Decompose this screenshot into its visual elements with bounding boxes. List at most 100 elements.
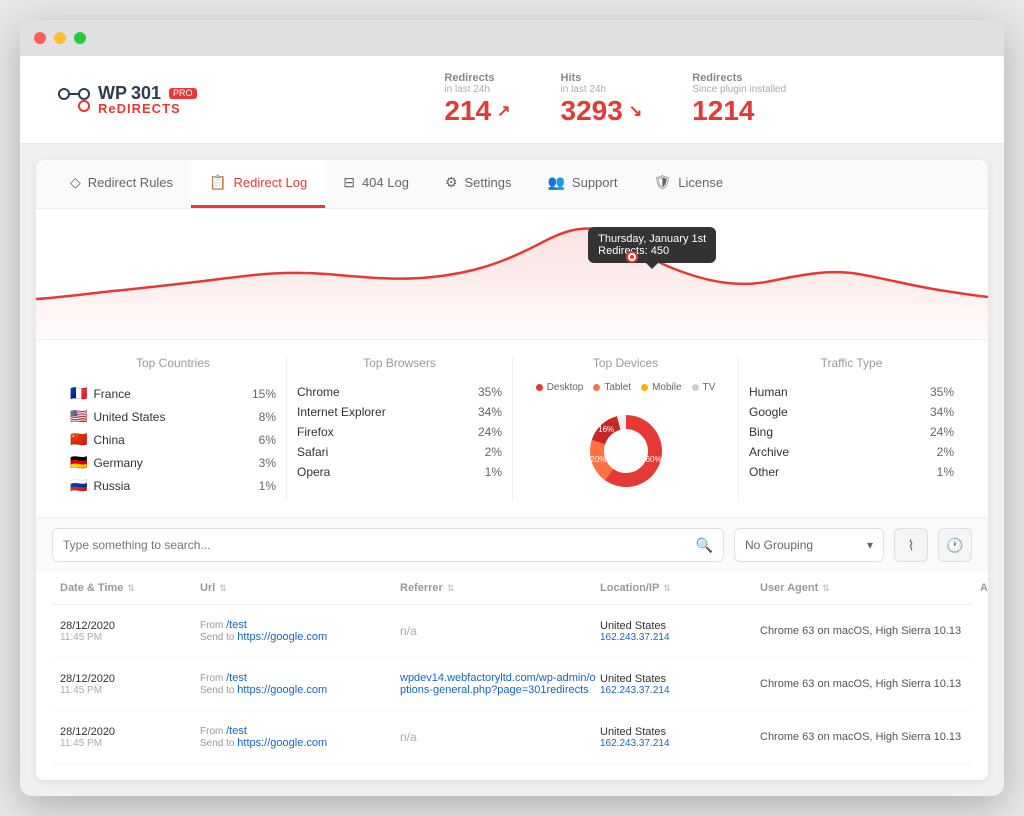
redirect-rules-icon: ◇	[70, 174, 81, 191]
location-cell: United States 162.243.37.214	[600, 620, 760, 643]
404-log-icon: ⊟	[343, 174, 355, 191]
referrer-cell[interactable]: wpdev14.webfactoryltd.com/wp-admin/optio…	[400, 672, 600, 696]
date-cell: 28/12/202011:45 PM	[60, 673, 200, 696]
chart-view-button[interactable]: ⌇	[894, 528, 928, 562]
sort-icon-location: ⇅	[663, 583, 671, 594]
table-row: 28/12/202011:45 PM From /test Send to ht…	[52, 658, 972, 711]
table-row: 28/12/202011:45 PM From /test Send to ht…	[52, 711, 972, 764]
browser-pct: 1%	[485, 465, 502, 479]
stat-sublabel-2: Since plugin installed	[692, 84, 786, 95]
top-countries-col: Top Countries 🇫🇷France15%🇺🇸United States…	[60, 356, 286, 501]
legend-label: Mobile	[652, 382, 681, 393]
browser-row: Opera1%	[297, 462, 502, 482]
search-input[interactable]	[63, 531, 688, 559]
date-cell: 28/12/202011:45 PM	[60, 620, 200, 643]
top-browsers-title: Top Browsers	[297, 356, 502, 370]
url-from[interactable]: /test	[226, 725, 247, 737]
search-icon[interactable]: 🔍	[696, 537, 713, 554]
col-actions: Actions	[980, 582, 988, 594]
top-devices-title: Top Devices	[523, 356, 728, 370]
titlebar	[20, 20, 1004, 56]
traffic-name: Archive	[749, 445, 789, 459]
url-cell: From /test Send to https://google.com	[200, 725, 400, 749]
traffic-pct: 35%	[930, 385, 954, 399]
traffic-row: Human 35%	[749, 382, 954, 402]
traffic-pct: 24%	[930, 425, 954, 439]
stat-label-0: Redirects	[444, 72, 510, 84]
sort-icon-date: ⇅	[127, 583, 135, 594]
grouping-label: No Grouping	[745, 538, 813, 552]
top-countries-title: Top Countries	[70, 356, 276, 370]
location-ip[interactable]: 162.243.37.214	[600, 632, 760, 643]
chart-tooltip: Thursday, January 1st Redirects: 450	[588, 227, 716, 263]
logo-icon	[50, 76, 98, 124]
col-referrer[interactable]: Referrer ⇅	[400, 582, 600, 594]
col-agent[interactable]: User Agent ⇅	[760, 582, 980, 594]
url-from[interactable]: /test	[226, 619, 247, 631]
country-row: 🇨🇳China6%	[70, 428, 276, 451]
traffic-type-title: Traffic Type	[749, 356, 954, 370]
referrer-cell: n/a	[400, 624, 600, 638]
url-from[interactable]: /test	[226, 672, 247, 684]
tab-404-log[interactable]: ⊟ 404 Log	[325, 160, 427, 208]
agent-cell: Chrome 63 on macOS, High Sierra 10.13	[760, 731, 980, 743]
app-window: WP 301 PRO ReDIRECTS Redirects in last 2…	[20, 20, 1004, 796]
legend-item: Desktop	[536, 382, 584, 393]
tab-license[interactable]: 🛡 License	[635, 160, 741, 208]
url-to[interactable]: https://google.com	[237, 631, 327, 643]
location-cell: United States 162.243.37.214	[600, 673, 760, 696]
donut-label-1: 20%	[590, 455, 606, 464]
traffic-name: Google	[749, 405, 788, 419]
browser-pct: 34%	[478, 405, 502, 419]
support-icon: 👥	[547, 174, 564, 191]
actions-cell: 🗑	[980, 721, 988, 753]
country-label: Russia	[93, 479, 130, 493]
legend-dot	[641, 384, 648, 391]
settings-icon: ⚙	[445, 174, 458, 191]
stat-value-2: 1214	[692, 95, 754, 127]
search-input-wrap: 🔍	[52, 528, 724, 562]
history-button[interactable]: 🕐	[938, 528, 972, 562]
traffic-row: Google34%	[749, 402, 954, 422]
location-country: United States	[600, 620, 760, 632]
location-ip[interactable]: 162.243.37.214	[600, 738, 760, 749]
url-to[interactable]: https://google.com	[237, 737, 327, 749]
country-pct: 1%	[259, 479, 276, 493]
stat-value-0: 214	[444, 95, 491, 127]
col-location[interactable]: Location/IP ⇅	[600, 582, 760, 594]
maximize-button[interactable]	[74, 32, 86, 44]
logo-text: WP 301 PRO ReDIRECTS	[98, 84, 197, 115]
country-name: 🇷🇺Russia	[70, 477, 130, 494]
bar-chart-icon: ⌇	[908, 537, 915, 554]
url-to[interactable]: https://google.com	[237, 684, 327, 696]
stat-arrow-0: ↗	[497, 101, 510, 121]
traffic-row: Bing24%	[749, 422, 954, 442]
browser-name: Firefox	[297, 425, 334, 439]
minimize-button[interactable]	[54, 32, 66, 44]
table-row: 28/12/202011:45 PM From /test Send to ht…	[52, 605, 972, 658]
col-url[interactable]: Url ⇅	[200, 582, 400, 594]
close-button[interactable]	[34, 32, 46, 44]
tab-settings[interactable]: ⚙ Settings	[427, 160, 530, 208]
grouping-select[interactable]: No Grouping ▾	[734, 528, 884, 562]
legend-label: TV	[703, 382, 716, 393]
legend-dot	[593, 384, 600, 391]
time-cell: 11:45 PM	[60, 632, 200, 643]
tab-redirect-rules[interactable]: ◇ Redirect Rules	[52, 160, 191, 208]
logo-301: 301	[131, 84, 161, 102]
country-pct: 8%	[259, 410, 276, 424]
top-browsers-col: Top Browsers Chrome35%Internet Explorer3…	[286, 356, 512, 501]
legend-item: Tablet	[593, 382, 631, 393]
traffic-name: Human	[749, 385, 788, 399]
legend-dot	[692, 384, 699, 391]
stat-sublabel-1: in last 24h	[561, 84, 643, 95]
tab-support[interactable]: 👥 Support	[529, 160, 635, 208]
col-date-time[interactable]: Date & Time ⇅	[60, 582, 200, 594]
legend-dot	[536, 384, 543, 391]
location-ip[interactable]: 162.243.37.214	[600, 685, 760, 696]
country-row: 🇫🇷France15%	[70, 382, 276, 405]
tab-redirect-log[interactable]: 📋 Redirect Log	[191, 160, 325, 208]
browser-row: Chrome35%	[297, 382, 502, 402]
table-header: Date & Time ⇅ Url ⇅ Referrer ⇅ Location/…	[52, 572, 972, 605]
tabs-bar: ◇ Redirect Rules 📋 Redirect Log ⊟ 404 Lo…	[36, 160, 988, 209]
